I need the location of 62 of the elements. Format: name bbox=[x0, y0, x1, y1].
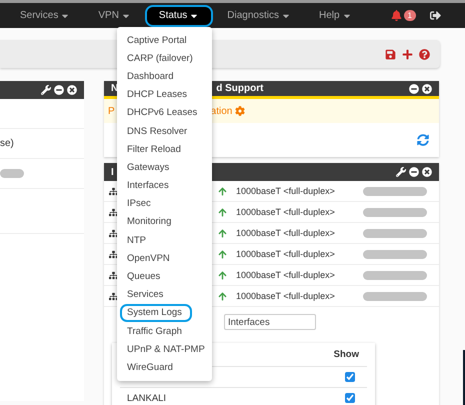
refresh-icon[interactable] bbox=[417, 134, 429, 146]
menu-item[interactable]: IPsec bbox=[119, 194, 210, 213]
show-checkbox[interactable] bbox=[345, 393, 355, 403]
close-icon[interactable] bbox=[422, 84, 432, 94]
nav-menu-item[interactable]: Services bbox=[6, 4, 84, 26]
link-speed: 1000baseT <full-duplex> bbox=[236, 228, 335, 238]
wrench-icon[interactable] bbox=[396, 167, 406, 177]
show-checkbox[interactable] bbox=[345, 372, 355, 382]
minimize-icon[interactable] bbox=[409, 84, 419, 94]
gear-icon[interactable] bbox=[235, 106, 246, 116]
menu-item[interactable]: CARP (failover) bbox=[119, 49, 210, 68]
plus-icon[interactable] bbox=[402, 48, 413, 60]
menu-item[interactable]: DHCP Leases bbox=[119, 86, 210, 104]
link-speed: 1000baseT <full-duplex> bbox=[236, 186, 335, 196]
redacted-bar bbox=[363, 208, 427, 216]
menu-item[interactable]: UPnP & NAT-PMP bbox=[119, 340, 210, 358]
menu-item[interactable]: Gateways bbox=[119, 158, 210, 176]
menu-item[interactable]: Traffic Graph bbox=[119, 322, 210, 340]
menu-item[interactable]: Services bbox=[119, 286, 210, 304]
bell-icon[interactable] bbox=[390, 10, 402, 21]
menu-item[interactable]: Filter Reload bbox=[119, 140, 210, 158]
row-text: se) bbox=[0, 138, 14, 149]
menu-item[interactable]: WireGuard bbox=[119, 358, 210, 377]
minimize-icon[interactable] bbox=[409, 167, 419, 177]
close-icon[interactable] bbox=[67, 85, 77, 95]
save-icon[interactable] bbox=[385, 48, 396, 60]
redacted-bar bbox=[363, 228, 427, 238]
menu-item[interactable]: DHCPv6 Leases bbox=[119, 104, 210, 122]
menu-item[interactable]: Interfaces bbox=[119, 176, 210, 195]
menu-item[interactable]: DNS Resolver bbox=[119, 122, 210, 140]
nav-menu-item[interactable]: VPN bbox=[84, 4, 145, 26]
filter-field[interactable]: Interfaces bbox=[224, 314, 316, 330]
link-speed: 1000baseT <full-duplex> bbox=[236, 249, 335, 259]
menu-item[interactable]: Captive Portal bbox=[119, 31, 210, 50]
interface-name: LANKALI bbox=[127, 392, 166, 404]
nav-menu-item[interactable]: Diagnostics bbox=[213, 4, 305, 26]
panel-title: d Support bbox=[216, 83, 264, 94]
notice-text: P bbox=[108, 106, 115, 116]
logout-icon[interactable] bbox=[430, 10, 441, 21]
help-icon[interactable] bbox=[419, 48, 430, 60]
menu-item[interactable]: Dashboard bbox=[119, 67, 210, 86]
redacted-bar bbox=[363, 186, 427, 196]
wrench-icon[interactable] bbox=[41, 85, 51, 95]
link-speed: 1000baseT <full-duplex> bbox=[236, 291, 335, 301]
menu-item[interactable]: OpenVPN bbox=[119, 249, 210, 268]
notification-badge: 1 bbox=[404, 10, 416, 21]
redacted-bar bbox=[0, 169, 24, 178]
nav-menu-item[interactable]: Status bbox=[144, 4, 214, 26]
link-speed: 1000baseT <full-duplex> bbox=[236, 270, 335, 280]
link-speed: 1000baseT <full-duplex> bbox=[236, 207, 335, 217]
redacted-bar bbox=[363, 292, 427, 300]
menu-item[interactable]: Queues bbox=[119, 267, 210, 286]
close-icon[interactable] bbox=[422, 167, 432, 177]
panel-title: I bbox=[111, 166, 114, 178]
redacted-bar bbox=[363, 270, 427, 280]
redacted-bar bbox=[363, 250, 427, 258]
menu-item[interactable]: Monitoring bbox=[119, 212, 210, 232]
column-header: Show bbox=[334, 349, 359, 360]
minimize-icon[interactable] bbox=[54, 85, 64, 95]
nav-menu-item[interactable]: Help bbox=[304, 4, 366, 26]
menu-item[interactable]: NTP bbox=[119, 231, 210, 250]
menu-item[interactable]: System Logs bbox=[120, 304, 192, 322]
